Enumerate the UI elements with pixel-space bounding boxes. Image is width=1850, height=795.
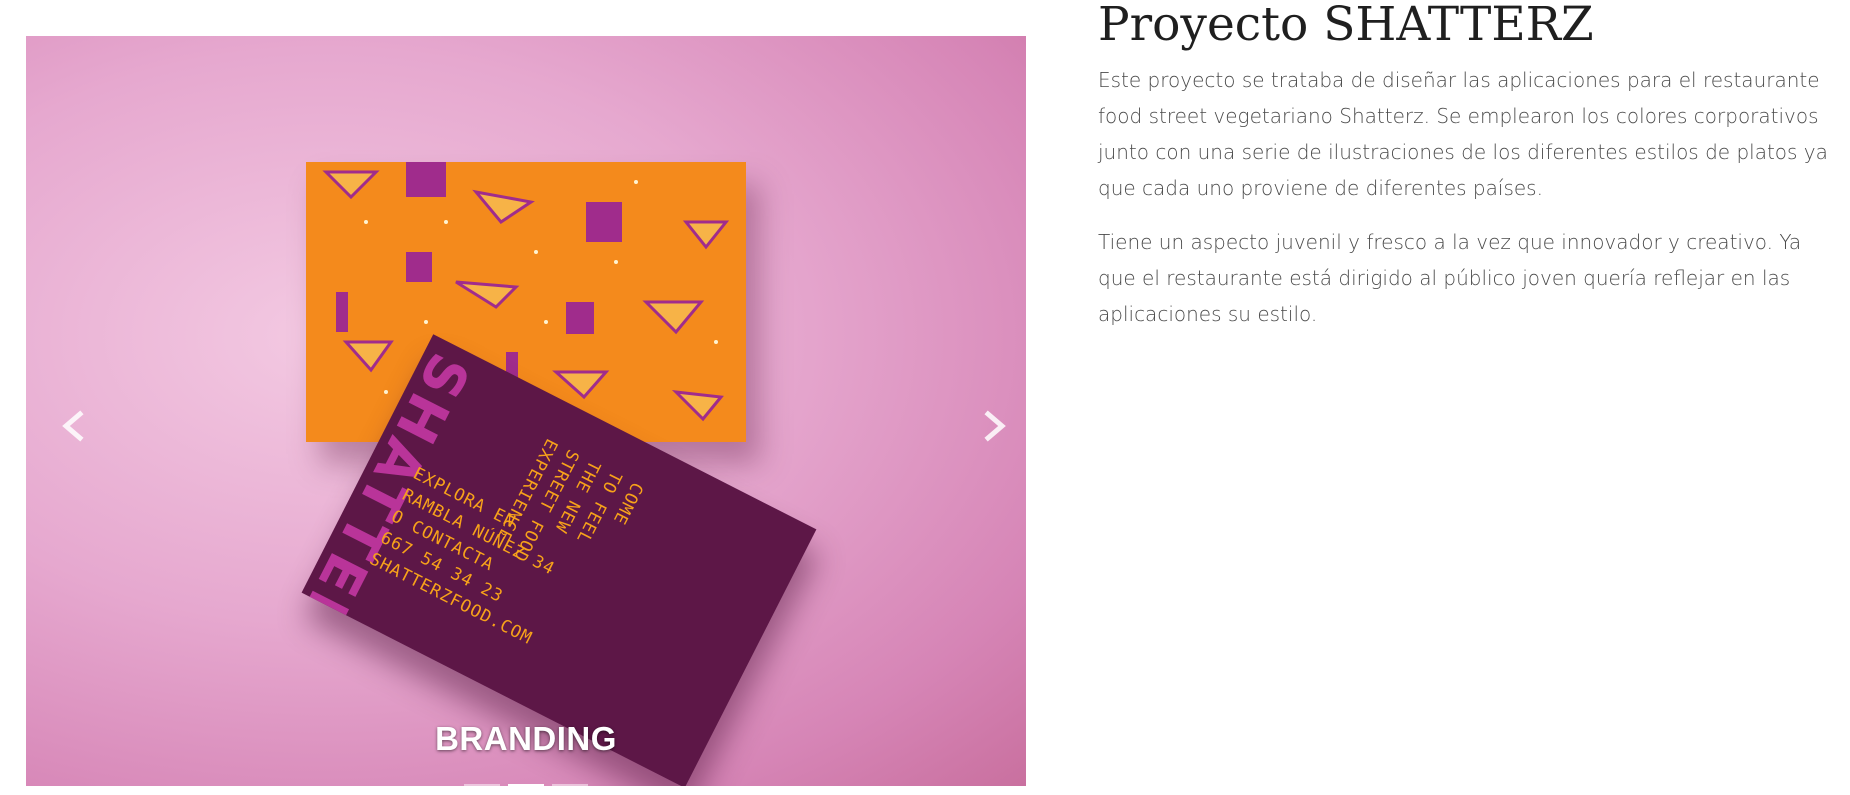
project-paragraph: Tiene un aspecto juvenil y fresco a la v… xyxy=(1098,230,1802,326)
carousel-slide-image: SHATTERZ EXPLORA EN RAMBLA NÚÑEZ 34 O CO… xyxy=(26,36,1026,786)
project-paragraph: Este proyecto se trataba de diseñar las … xyxy=(1098,68,1828,200)
image-carousel[interactable]: SHATTERZ EXPLORA EN RAMBLA NÚÑEZ 34 O CO… xyxy=(26,36,1026,786)
carousel-next-button[interactable] xyxy=(974,406,1014,446)
carousel-indicator-3[interactable] xyxy=(552,784,588,786)
carousel-indicators xyxy=(26,784,1026,786)
chevron-right-icon xyxy=(984,410,1006,442)
carousel-caption: BRANDING xyxy=(435,720,617,757)
carousel-indicator-2[interactable] xyxy=(508,784,544,786)
carousel-indicator-1[interactable] xyxy=(464,784,500,786)
project-title: Proyecto SHATTERZ xyxy=(1098,0,1594,52)
page: SHATTERZ EXPLORA EN RAMBLA NÚÑEZ 34 O CO… xyxy=(0,0,1850,795)
carousel-prev-button[interactable] xyxy=(54,406,94,446)
chevron-left-icon xyxy=(62,410,84,442)
project-info: Proyecto SHATTERZ Este proyecto se trata… xyxy=(1098,0,1838,332)
